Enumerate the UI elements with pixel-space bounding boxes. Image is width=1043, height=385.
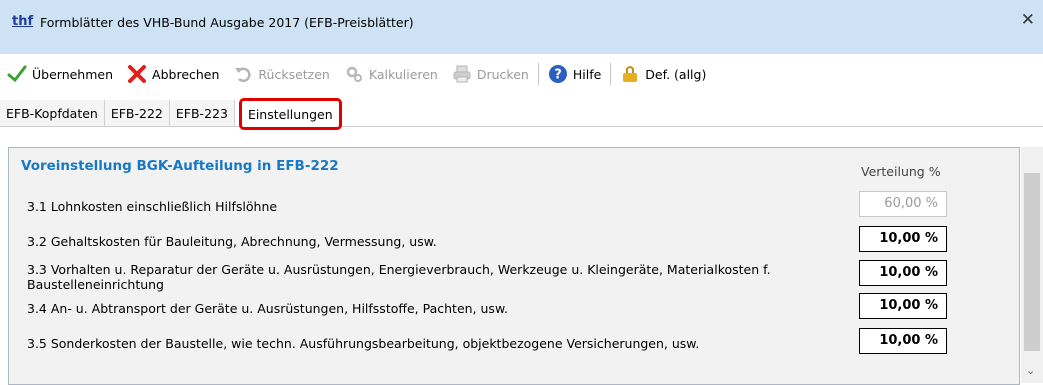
gears-icon (346, 66, 362, 82)
column-header-distribution: Verteilung % (861, 164, 941, 179)
tab-einstellungen[interactable]: Einstellungen (238, 98, 342, 130)
tab-efb-222[interactable]: EFB-222 (104, 100, 170, 126)
tab-bar: EFB-Kopfdaten EFB-222 EFB-223 Einstellun… (0, 98, 1043, 130)
tab-efb-kopfdaten[interactable]: EFB-Kopfdaten (0, 100, 105, 126)
help-button[interactable]: ? Hilfe (541, 59, 608, 89)
cancel-button[interactable]: Abbrechen (120, 59, 226, 89)
accept-button[interactable]: Übernehmen (0, 59, 120, 89)
row-label-3-2: 3.2 Gehaltskosten für Bauleitung, Abrech… (27, 234, 437, 249)
section-title: Voreinstellung BGK-Aufteilung in EFB-222 (21, 158, 339, 174)
value-field-3-2[interactable]: 10,00 % (859, 226, 947, 252)
value-field-3-5[interactable]: 10,00 % (859, 328, 947, 354)
row-label-3-4: 3.4 An- u. Abtransport der Geräte u. Aus… (27, 301, 508, 316)
svg-text:?: ? (554, 68, 562, 83)
window-title: Formblätter des VHB-Bund Ausgabe 2017 (E… (40, 15, 414, 30)
cancel-label: Abbrechen (152, 66, 220, 82)
row-label-3-3-line1: 3.3 Vorhalten u. Reparatur der Geräte u.… (27, 262, 771, 277)
print-button[interactable]: Drucken (445, 59, 536, 89)
settings-panel: Voreinstellung BGK-Aufteilung in EFB-222… (8, 147, 1020, 385)
toolbar-separator (610, 63, 612, 85)
value-field-3-3[interactable]: 10,00 % (859, 260, 947, 286)
accept-label: Übernehmen (32, 66, 114, 82)
reset-button[interactable]: Rücksetzen (226, 59, 336, 89)
row-label-3-1: 3.1 Lohnkosten einschließlich Hilfslöhne (27, 199, 278, 214)
calculate-button[interactable]: Kalkulieren (337, 59, 445, 89)
reset-label: Rücksetzen (258, 66, 330, 82)
title-bar: thf Formblätter des VHB-Bund Ausgabe 201… (0, 0, 1043, 54)
value-field-3-1: 60,00 % (859, 191, 947, 217)
row-label-3-5: 3.5 Sonderkosten der Baustelle, wie tech… (27, 336, 700, 351)
row-label-3-3-line2: Baustelleneinrichtung (27, 277, 164, 292)
undo-icon (235, 67, 251, 83)
close-icon[interactable]: ✕ (1021, 10, 1035, 30)
print-label: Drucken (476, 66, 529, 82)
help-label: Hilfe (572, 66, 602, 82)
cross-icon (128, 65, 147, 83)
app-icon: thf (12, 14, 34, 29)
tab-efb-223[interactable]: EFB-223 (169, 100, 235, 126)
value-field-3-4[interactable]: 10,00 % (859, 293, 947, 319)
checkmark-icon (7, 65, 27, 83)
help-icon: ? (548, 65, 567, 83)
vertical-scrollbar[interactable]: ⌄ (1021, 147, 1043, 383)
defaults-icon (623, 66, 638, 82)
printer-icon (453, 65, 471, 83)
row-label-3-3: 3.3 Vorhalten u. Reparatur der Geräte u.… (27, 262, 771, 292)
scroll-down-icon[interactable]: ⌄ (1026, 364, 1035, 377)
toolbar-separator (537, 63, 539, 85)
toolbar: Übernehmen Abbrechen Rücksetzen Kalkulie… (0, 58, 1043, 90)
defaults-button[interactable]: Def. (allg) (613, 59, 713, 89)
calculate-label: Kalkulieren (368, 66, 438, 82)
defaults-label: Def. (allg) (645, 66, 707, 82)
scrollbar-thumb[interactable] (1024, 173, 1040, 351)
